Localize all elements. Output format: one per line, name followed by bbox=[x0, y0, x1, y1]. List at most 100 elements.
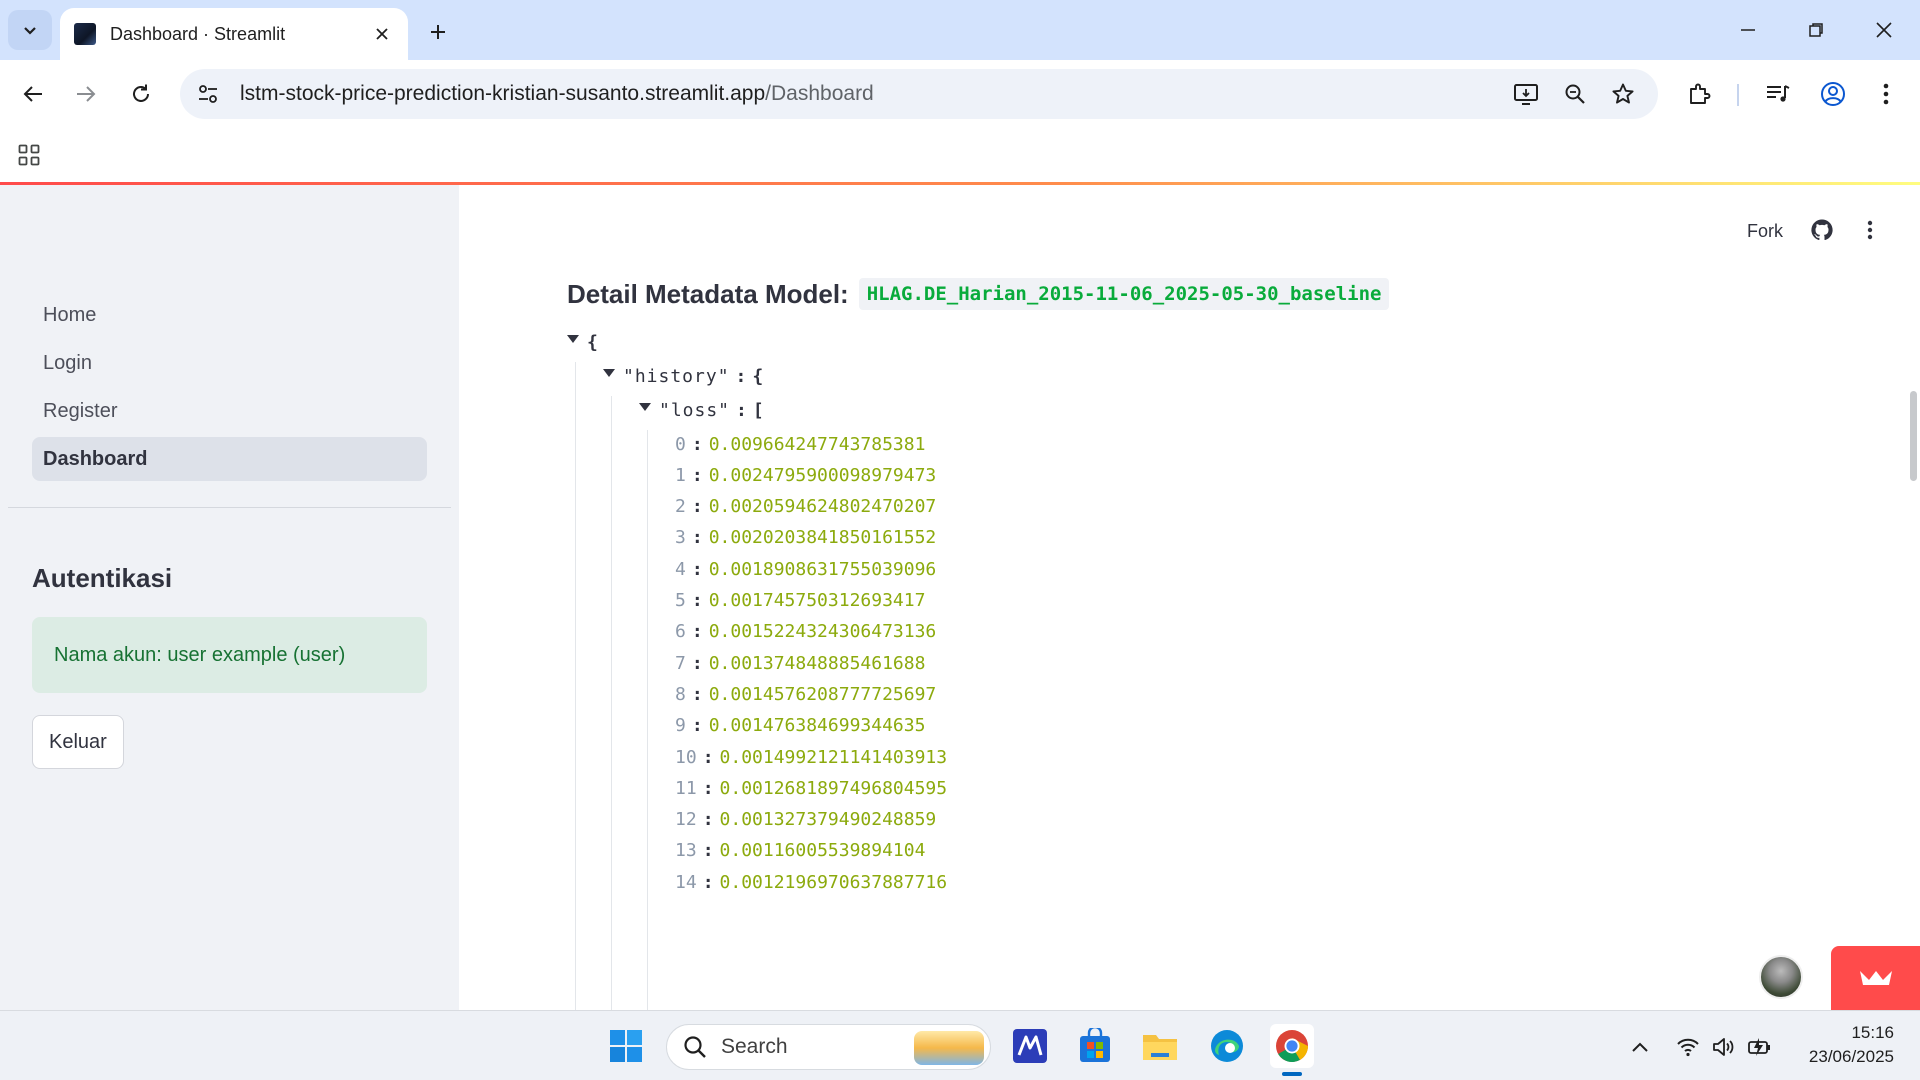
apps-shortcut-button[interactable] bbox=[12, 138, 46, 172]
reload-button[interactable] bbox=[121, 74, 161, 114]
extensions-button[interactable] bbox=[1679, 74, 1719, 114]
bookmark-star-button[interactable] bbox=[1603, 74, 1643, 114]
json-colon: : bbox=[702, 777, 714, 799]
sidebar-item-login[interactable]: Login bbox=[32, 341, 427, 385]
logout-button[interactable]: Keluar bbox=[32, 715, 124, 769]
taskbar-clock[interactable]: 15:16 23/06/2025 bbox=[1809, 1021, 1894, 1069]
json-array-index: 5 bbox=[675, 590, 686, 611]
collapse-caret-icon[interactable] bbox=[603, 369, 615, 377]
back-button[interactable] bbox=[13, 74, 53, 114]
json-array-index: 10 bbox=[675, 746, 697, 768]
json-colon: : bbox=[691, 496, 703, 518]
restore-icon bbox=[1809, 23, 1823, 37]
vertical-scrollbar[interactable] bbox=[1910, 391, 1917, 481]
app-main-menu-button[interactable] bbox=[1855, 215, 1885, 245]
browser-tab-dashboard[interactable]: Dashboard · Streamlit bbox=[60, 8, 408, 60]
close-icon bbox=[1876, 22, 1892, 38]
json-colon: : bbox=[735, 365, 747, 387]
collapse-caret-icon[interactable] bbox=[567, 335, 579, 343]
json-colon: : bbox=[691, 652, 703, 674]
github-button[interactable] bbox=[1807, 215, 1837, 245]
tray-volume[interactable] bbox=[1710, 1033, 1738, 1061]
new-tab-button[interactable] bbox=[420, 14, 456, 50]
app-m-icon bbox=[1013, 1029, 1047, 1063]
site-info-button[interactable] bbox=[186, 72, 230, 116]
streamlit-badge-button[interactable] bbox=[1831, 946, 1920, 1010]
json-loss-item: 10:0.0014992121141403913 bbox=[675, 745, 947, 769]
json-loss-item: 4:0.0018908631755039096 bbox=[675, 557, 936, 581]
model-name-code: HLAG.DE_Harian_2015-11-06_2025-05-30_bas… bbox=[858, 278, 1390, 310]
tray-battery[interactable] bbox=[1746, 1033, 1774, 1061]
json-number-value: 0.001745750312693417 bbox=[708, 590, 926, 611]
json-loss-item: 0:0.009664247743785381 bbox=[675, 432, 925, 456]
profile-button[interactable] bbox=[1813, 74, 1853, 114]
tab-strip: Dashboard · Streamlit bbox=[0, 0, 1920, 60]
json-array-index: 13 bbox=[675, 840, 697, 862]
zoom-button[interactable] bbox=[1555, 74, 1595, 114]
taskbar-app-copilot[interactable] bbox=[1008, 1024, 1052, 1068]
bookmarks-bar bbox=[0, 128, 1920, 182]
browser-toolbar: lstm-stock-price-prediction-kristian-sus… bbox=[0, 60, 1920, 128]
json-colon: : bbox=[702, 840, 714, 862]
crown-icon bbox=[1859, 971, 1892, 985]
json-number-value: 0.0015224324306473136 bbox=[708, 621, 937, 643]
tab-search-button[interactable] bbox=[8, 10, 52, 50]
window-close-button[interactable] bbox=[1856, 10, 1912, 50]
json-open-brace: { bbox=[752, 365, 764, 387]
json-guide-line bbox=[575, 362, 576, 1010]
browser-menu-button[interactable] bbox=[1866, 74, 1906, 114]
window-minimize-button[interactable] bbox=[1720, 10, 1776, 50]
json-number-value: 0.00116005539894104 bbox=[719, 840, 926, 862]
json-loss-item: 7:0.001374848885461688 bbox=[675, 651, 925, 675]
json-array-index: 11 bbox=[675, 777, 697, 799]
zoom-icon bbox=[1565, 84, 1585, 104]
json-history-row[interactable]: "history" : { bbox=[603, 364, 763, 388]
window-restore-button[interactable] bbox=[1788, 10, 1844, 50]
developer-avatar[interactable] bbox=[1759, 955, 1803, 999]
json-array-index: 3 bbox=[675, 527, 686, 549]
json-key: "history" bbox=[623, 365, 730, 387]
json-number-value: 0.001476384699344635 bbox=[708, 715, 926, 737]
json-open-brace: { bbox=[587, 331, 598, 353]
url-text[interactable]: lstm-stock-price-prediction-kristian-sus… bbox=[240, 82, 874, 106]
json-loss-row[interactable]: "loss" : [ bbox=[639, 398, 764, 422]
account-success-alert: Nama akun: user example (user) bbox=[32, 617, 427, 693]
json-array-index: 9 bbox=[675, 715, 686, 737]
address-bar[interactable]: lstm-stock-price-prediction-kristian-sus… bbox=[180, 69, 1658, 119]
clock-time: 15:16 bbox=[1851, 1023, 1894, 1042]
tray-wifi[interactable] bbox=[1674, 1033, 1702, 1061]
github-icon bbox=[1811, 219, 1833, 241]
taskbar-search-box[interactable]: Search bbox=[666, 1024, 991, 1070]
apps-grid-icon bbox=[18, 144, 40, 166]
taskbar-search-label: Search bbox=[721, 1035, 788, 1058]
sidebar-nav: Home Login Register Dashboard bbox=[32, 293, 427, 485]
json-array-index: 0 bbox=[675, 433, 686, 455]
tab-close-button[interactable] bbox=[370, 22, 394, 46]
json-loss-item: 13:0.00116005539894104 bbox=[675, 839, 925, 863]
json-number-value: 0.0020594624802470207 bbox=[708, 496, 937, 518]
fork-button[interactable]: Fork bbox=[1747, 221, 1783, 242]
edge-icon bbox=[1211, 1030, 1243, 1062]
taskbar-app-edge[interactable] bbox=[1205, 1024, 1249, 1068]
media-controls-button[interactable] bbox=[1758, 74, 1798, 114]
sidebar-item-home[interactable]: Home bbox=[32, 293, 427, 337]
forward-button[interactable] bbox=[66, 74, 106, 114]
json-number-value: 0.0012196970637887716 bbox=[719, 871, 948, 893]
url-host: lstm-stock-price-prediction-kristian-sus… bbox=[240, 82, 766, 105]
json-number-value: 0.001374848885461688 bbox=[708, 652, 926, 674]
install-app-button[interactable] bbox=[1506, 74, 1546, 114]
sidebar-item-register[interactable]: Register bbox=[32, 389, 427, 433]
taskbar-app-chrome[interactable] bbox=[1270, 1024, 1314, 1068]
json-number-value: 0.0024795900098979473 bbox=[708, 464, 937, 486]
json-colon: : bbox=[702, 871, 714, 893]
json-number-value: 0.009664247743785381 bbox=[708, 433, 926, 455]
tray-overflow-button[interactable] bbox=[1626, 1033, 1654, 1061]
json-root-row[interactable]: { bbox=[567, 330, 598, 354]
taskbar-app-store[interactable] bbox=[1073, 1024, 1117, 1068]
tab-title: Dashboard · Streamlit bbox=[110, 23, 286, 44]
taskbar-app-file-explorer[interactable] bbox=[1138, 1024, 1182, 1068]
collapse-caret-icon[interactable] bbox=[639, 403, 651, 411]
sidebar-item-dashboard[interactable]: Dashboard bbox=[32, 437, 427, 481]
json-colon: : bbox=[691, 621, 703, 643]
start-button[interactable] bbox=[604, 1024, 648, 1068]
